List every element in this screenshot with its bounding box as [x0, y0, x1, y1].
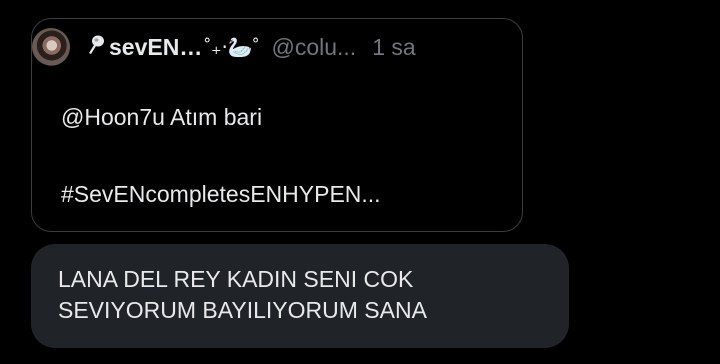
quoted-tweet-header: sevEN… ˚₊‧🦢˚ @colu... 1 sa — [32, 28, 416, 66]
timestamp: 1 sa — [372, 33, 416, 60]
chat-screen: sevEN… ˚₊‧🦢˚ @colu... 1 sa @Hoon7u Atım … — [0, 0, 720, 364]
quoted-tweet-hashtag-line[interactable]: #SevENcompletesENHYPEN... — [61, 181, 381, 208]
reply-message-line-1: LANA DEL REY KADIN SENI COK — [58, 266, 414, 292]
avatar[interactable] — [32, 28, 70, 66]
handle[interactable]: @colu... — [271, 34, 356, 61]
name-emoji: ˚₊‧🦢˚ — [204, 36, 260, 59]
dropper-icon — [86, 34, 106, 60]
quoted-tweet-mention-line: @Hoon7u Atım bari — [61, 104, 263, 130]
display-name[interactable]: sevEN… — [109, 34, 202, 61]
reply-message-bubble[interactable]: LANA DEL REY KADIN SENI COK SEVIYORUM BA… — [31, 244, 569, 348]
reply-message-line-2: SEVIYORUM BAYILIYORUM SANA — [58, 297, 427, 323]
